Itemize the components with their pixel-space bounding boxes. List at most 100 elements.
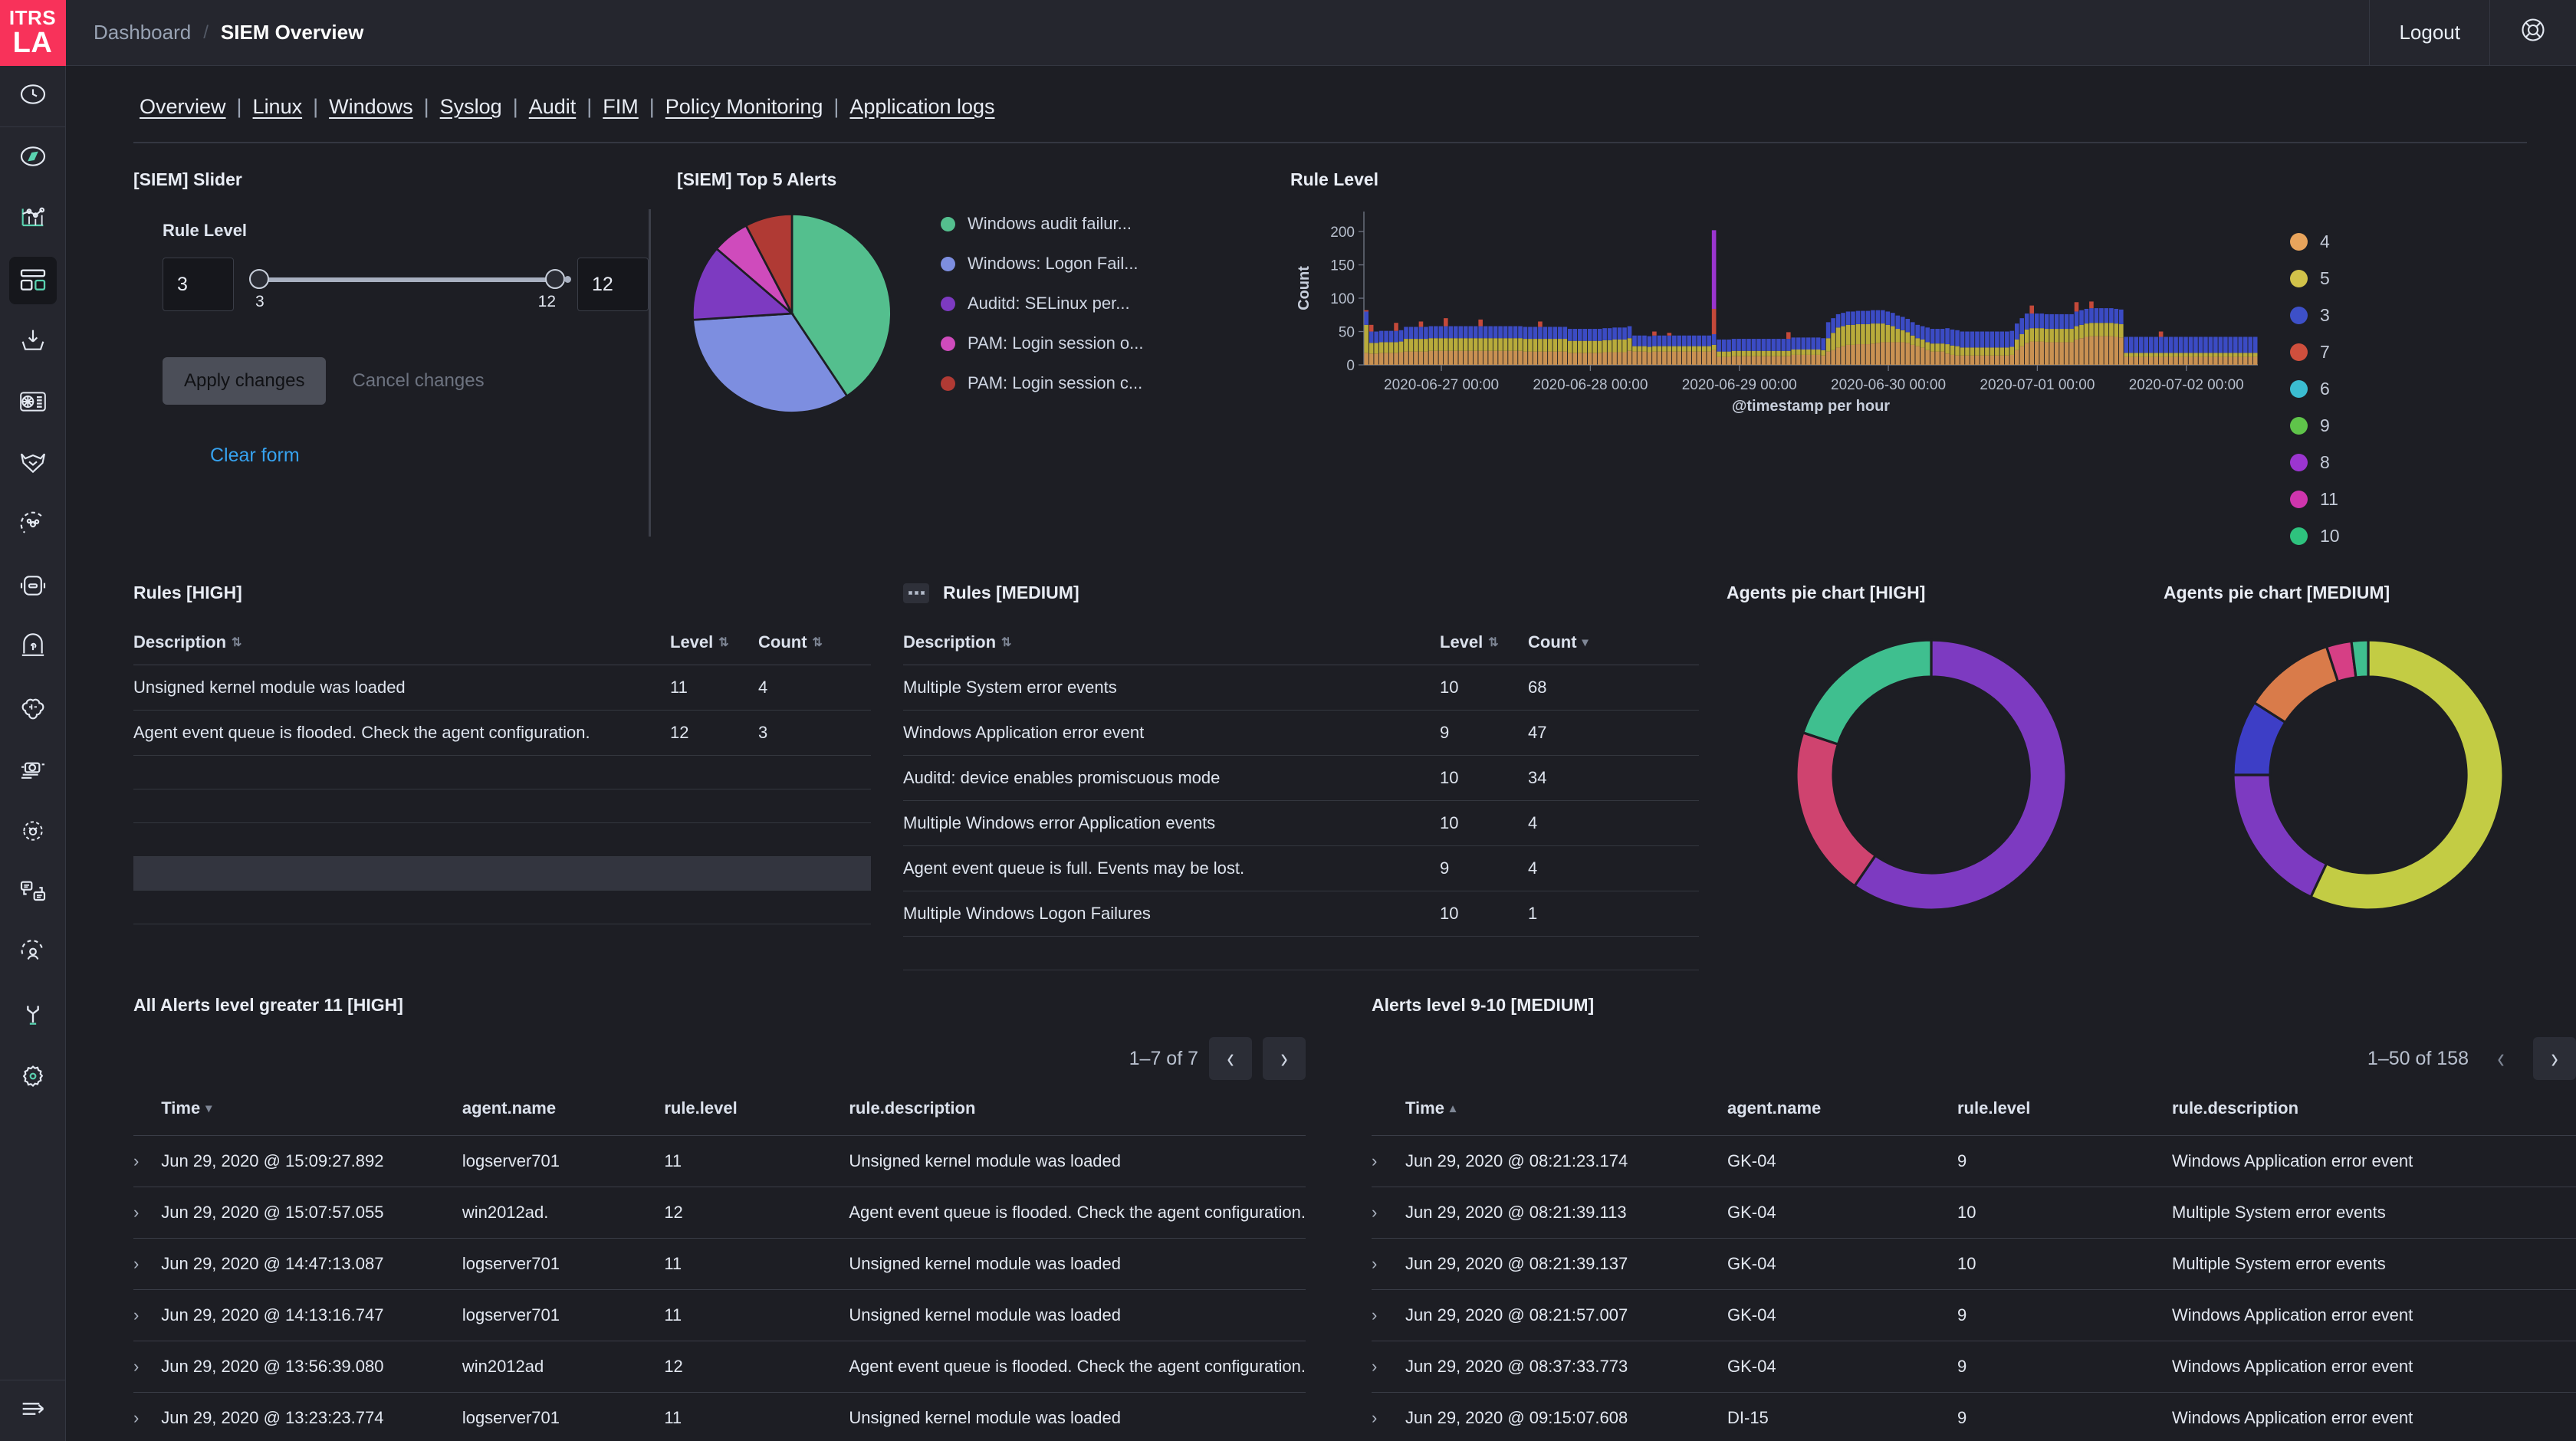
table-row[interactable]: Multiple System error events1068: [903, 665, 1699, 711]
sidebar-item-dashboard[interactable]: [0, 250, 66, 311]
legend-item[interactable]: Windows audit failur...: [941, 214, 1144, 234]
expand-row-button[interactable]: ›: [1372, 1136, 1405, 1187]
legend-item[interactable]: 7: [2290, 342, 2364, 363]
rule-level-histogram[interactable]: 050100150200Count2020-06-27 00:002020-06…: [1290, 201, 2264, 415]
table-row[interactable]: ›Jun 29, 2020 @ 15:09:27.892logserver701…: [133, 1136, 1306, 1187]
sidebar-item-visualize[interactable]: [0, 189, 66, 250]
alerts-high-next-page-button[interactable]: ›: [1263, 1037, 1306, 1080]
logout-button[interactable]: Logout: [2369, 0, 2489, 66]
legend-item[interactable]: 10: [2290, 526, 2364, 547]
legend-item[interactable]: PAM: Login session c...: [941, 373, 1144, 393]
table-row[interactable]: Agent event queue is flooded. Check the …: [133, 711, 871, 756]
table-row[interactable]: ›Jun 29, 2020 @ 14:13:16.747logserver701…: [133, 1290, 1306, 1341]
col-time[interactable]: Time▴: [1405, 1089, 1727, 1136]
expand-row-button[interactable]: ›: [133, 1290, 161, 1341]
alerts-high-prev-page-button[interactable]: ‹: [1209, 1037, 1252, 1080]
tab-overview[interactable]: Overview: [140, 95, 226, 119]
sidebar-item-dev-tools[interactable]: [0, 986, 66, 1047]
sidebar-item-machine-learning[interactable]: [0, 373, 66, 434]
table-row[interactable]: Agent event queue is full. Events may be…: [903, 846, 1699, 891]
sidebar-item-uptime[interactable]: [0, 556, 66, 618]
expand-row-button[interactable]: ›: [133, 1341, 161, 1393]
clear-form-link[interactable]: Clear form: [210, 445, 649, 467]
table-row[interactable]: ›Jun 29, 2020 @ 08:21:39.137GK-0410Multi…: [1372, 1239, 2576, 1290]
tab-syslog[interactable]: Syslog: [440, 95, 502, 119]
tab-windows[interactable]: Windows: [329, 95, 413, 119]
legend-item[interactable]: 11: [2290, 489, 2364, 510]
help-button[interactable]: [2489, 0, 2576, 66]
sidebar-item-apm[interactable]: [0, 495, 66, 556]
alerts-medium-next-page-button[interactable]: ›: [2533, 1037, 2576, 1080]
top5-pie-chart[interactable]: [677, 210, 907, 417]
table-row[interactable]: ›Jun 29, 2020 @ 13:23:23.774logserver701…: [133, 1393, 1306, 1441]
table-row[interactable]: ›Jun 29, 2020 @ 08:37:33.773GK-049Window…: [1372, 1341, 2576, 1393]
sidebar-item-discover[interactable]: [0, 127, 66, 189]
table-row[interactable]: ›Jun 29, 2020 @ 14:47:13.087logserver701…: [133, 1239, 1306, 1290]
rule-level-max-input[interactable]: 12: [577, 258, 649, 311]
tab-application-logs[interactable]: Application logs: [849, 95, 994, 119]
col-time[interactable]: Time▾: [161, 1089, 462, 1136]
legend-item[interactable]: Windows: Logon Fail...: [941, 254, 1144, 274]
sidebar-item-management[interactable]: [0, 1047, 66, 1108]
col-agent-name[interactable]: agent.name: [462, 1089, 664, 1136]
col-description[interactable]: Description⇅: [903, 622, 1440, 665]
sidebar-item-siem[interactable]: [0, 618, 66, 679]
tab-policy-monitoring[interactable]: Policy Monitoring: [665, 95, 823, 119]
sidebar-item-import[interactable]: [0, 311, 66, 373]
legend-item[interactable]: 5: [2290, 268, 2364, 289]
col-description[interactable]: Description⇅: [133, 622, 670, 665]
sidebar-item-recently-viewed[interactable]: [0, 66, 66, 127]
legend-item[interactable]: PAM: Login session o...: [941, 333, 1144, 353]
cancel-changes-button[interactable]: Cancel changes: [352, 370, 484, 392]
agents-high-donut-chart[interactable]: [1778, 622, 2085, 928]
col-rule-description[interactable]: rule.description: [2172, 1089, 2576, 1136]
table-row[interactable]: ›Jun 29, 2020 @ 08:21:57.007GK-049Window…: [1372, 1290, 2576, 1341]
table-row[interactable]: Multiple Windows error Application event…: [903, 801, 1699, 846]
col-count[interactable]: Count⇅: [758, 622, 871, 665]
sidebar-item-logs[interactable]: [0, 802, 66, 863]
legend-item[interactable]: 4: [2290, 231, 2364, 252]
col-rule-level[interactable]: rule.level: [664, 1089, 849, 1136]
expand-row-button[interactable]: ›: [133, 1136, 161, 1187]
legend-item[interactable]: 6: [2290, 379, 2364, 399]
sidebar-collapse-button[interactable]: [0, 1380, 66, 1441]
col-level[interactable]: Level⇅: [670, 622, 758, 665]
tab-fim[interactable]: FIM: [603, 95, 639, 119]
brand-logo[interactable]: ITRS LA: [0, 0, 66, 66]
alerts-medium-prev-page-button[interactable]: ‹: [2479, 1037, 2522, 1080]
sidebar-item-code-transfer[interactable]: [0, 863, 66, 924]
slider-knob-max[interactable]: [545, 269, 565, 289]
legend-item[interactable]: 9: [2290, 415, 2364, 436]
slider-track[interactable]: [255, 277, 556, 282]
sidebar-item-canvas[interactable]: [0, 740, 66, 802]
expand-row-button[interactable]: ›: [133, 1187, 161, 1239]
rule-level-min-input[interactable]: 3: [163, 258, 234, 311]
expand-row-button[interactable]: ›: [1372, 1187, 1405, 1239]
agents-medium-donut-chart[interactable]: [2215, 622, 2522, 928]
col-count[interactable]: Count▾: [1528, 622, 1699, 665]
expand-row-button[interactable]: ›: [1372, 1393, 1405, 1441]
apply-changes-button[interactable]: Apply changes: [163, 357, 326, 405]
slider-knob-min[interactable]: [249, 269, 269, 289]
sidebar-item-user-orbit[interactable]: [0, 924, 66, 986]
col-rule-level[interactable]: rule.level: [1957, 1089, 2172, 1136]
col-level[interactable]: Level⇅: [1440, 622, 1528, 665]
table-row[interactable]: ›Jun 29, 2020 @ 08:21:23.174GK-049Window…: [1372, 1136, 2576, 1187]
table-row[interactable]: Windows Application error event947: [903, 711, 1699, 756]
table-row[interactable]: ›Jun 29, 2020 @ 15:07:57.055win2012ad.12…: [133, 1187, 1306, 1239]
sidebar-item-wazuh[interactable]: [0, 434, 66, 495]
col-rule-description[interactable]: rule.description: [849, 1089, 1306, 1136]
table-row[interactable]: Auditd: device enables promiscuous mode1…: [903, 756, 1699, 801]
legend-item[interactable]: 3: [2290, 305, 2364, 326]
col-agent-name[interactable]: agent.name: [1727, 1089, 1957, 1136]
tab-linux[interactable]: Linux: [253, 95, 303, 119]
expand-row-button[interactable]: ›: [133, 1393, 161, 1441]
drag-handle-icon[interactable]: [903, 583, 929, 603]
sidebar-item-graph[interactable]: [0, 679, 66, 740]
table-row[interactable]: Unsigned kernel module was loaded 11 4: [133, 665, 871, 711]
rule-level-slider[interactable]: 3 12: [255, 258, 556, 311]
expand-row-button[interactable]: ›: [1372, 1239, 1405, 1290]
expand-row-button[interactable]: ›: [1372, 1290, 1405, 1341]
table-row[interactable]: ›Jun 29, 2020 @ 08:21:39.113GK-0410Multi…: [1372, 1187, 2576, 1239]
table-row[interactable]: Multiple Windows Logon Failures101: [903, 891, 1699, 937]
